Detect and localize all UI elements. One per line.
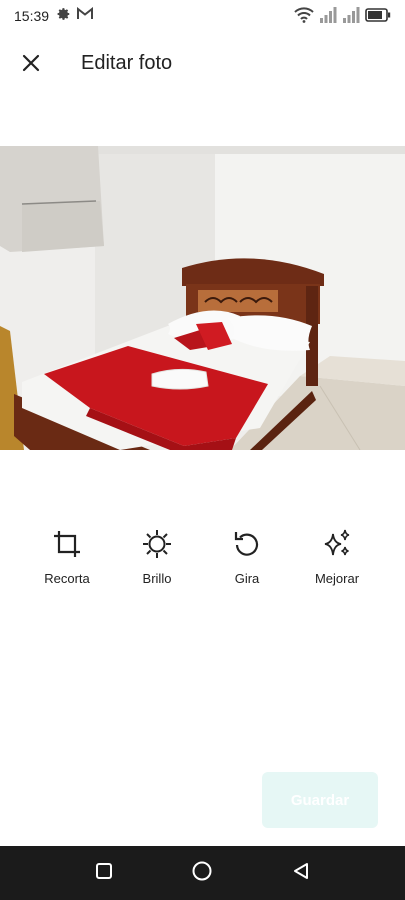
- rotate-icon: [231, 528, 263, 565]
- enhance-tool-button[interactable]: Mejorar: [297, 528, 377, 586]
- bedroom-photo: [0, 146, 405, 450]
- battery-icon: [365, 8, 391, 27]
- header: Editar foto: [0, 38, 405, 90]
- recent-apps-button[interactable]: [92, 861, 116, 885]
- rotate-tool-label: Gira: [234, 571, 260, 586]
- crop-tool-button[interactable]: Recorta: [27, 528, 107, 586]
- edit-tools: Recorta Brillo Gira Mejorar: [0, 528, 405, 590]
- recent-apps-icon: [95, 862, 113, 885]
- gear-icon: [57, 7, 71, 26]
- brightness-icon: [141, 528, 173, 565]
- sparkle-icon: [321, 528, 353, 565]
- save-button-label: Guardar: [290, 791, 350, 809]
- back-button[interactable]: [289, 861, 313, 885]
- status-right-icons: [294, 7, 391, 28]
- home-icon: [191, 860, 213, 887]
- brightness-tool-button[interactable]: Brillo: [117, 528, 197, 586]
- close-icon: [22, 54, 40, 77]
- crop-icon: [51, 528, 83, 565]
- signal-icon: [342, 7, 360, 28]
- home-button[interactable]: [190, 861, 214, 885]
- status-time: 15:39: [14, 8, 50, 24]
- enhance-tool-label: Mejorar: [314, 571, 360, 586]
- rotate-tool-button[interactable]: Gira: [207, 528, 287, 586]
- save-button[interactable]: Guardar: [262, 772, 378, 828]
- navigation-bar: [0, 846, 405, 900]
- wifi-icon: [294, 7, 314, 28]
- brightness-tool-label: Brillo: [142, 571, 172, 586]
- close-button[interactable]: [16, 50, 46, 80]
- signal-icon: [319, 7, 337, 28]
- gmail-icon: [77, 6, 94, 25]
- crop-tool-label: Recorta: [44, 571, 90, 586]
- status-bar: 15:39: [0, 0, 405, 32]
- status-left-icons: [57, 6, 94, 26]
- back-icon: [291, 861, 311, 886]
- page-title: Editar foto: [81, 52, 173, 74]
